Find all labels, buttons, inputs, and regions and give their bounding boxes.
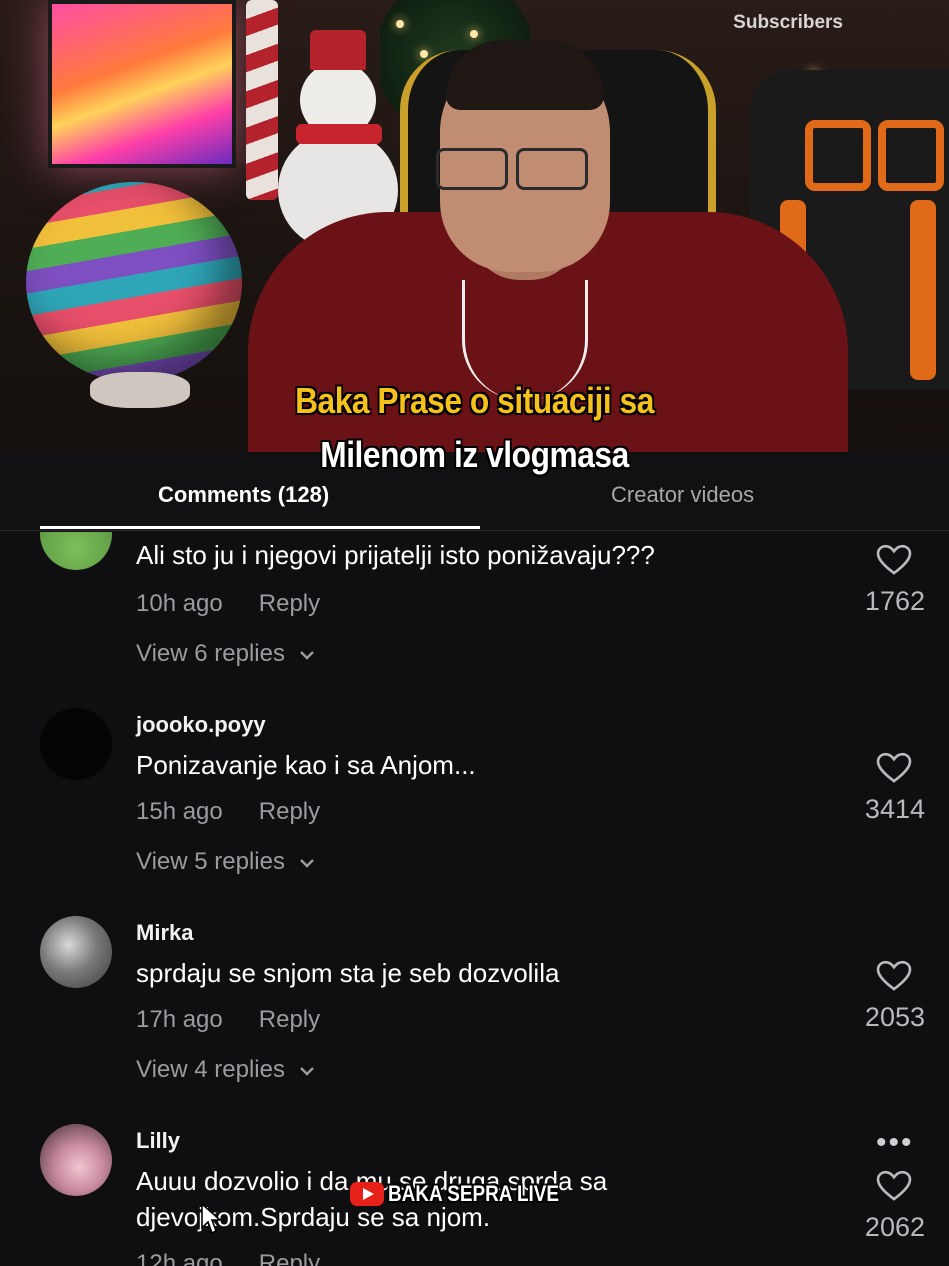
heart-icon[interactable]	[876, 544, 912, 576]
view-replies-button[interactable]: View 4 replies	[136, 1056, 316, 1084]
watermark-text: BAKA SEPRA LIVE	[388, 1181, 560, 1206]
channel-watermark: BAKA SEPRA LIVE	[346, 1178, 593, 1210]
snowman-scarf	[296, 124, 382, 144]
streamer-hair	[446, 40, 604, 110]
tree-light	[396, 20, 404, 28]
comment-time: 17h ago	[136, 1006, 223, 1033]
comment-time: 15h ago	[136, 798, 223, 825]
comment-text: Ponizavanje kao i sa Anjom...	[136, 750, 476, 780]
tree-light	[420, 50, 428, 58]
comments-list[interactable]: Ali sto ju i njegovi prijatelji isto pon…	[0, 532, 949, 1266]
candy-cane-decoration	[246, 0, 278, 200]
tabs-divider	[0, 530, 949, 531]
tab-comments[interactable]: Comments (128)	[158, 482, 329, 508]
like-count: 2053	[864, 1002, 925, 1032]
snowman-hat	[310, 30, 366, 70]
tab-creator-videos[interactable]: Creator videos	[611, 482, 754, 508]
comment-time: 10h ago	[136, 590, 223, 617]
chair-side	[910, 200, 936, 380]
avatar[interactable]	[40, 532, 112, 570]
mouse-cursor-icon	[201, 1202, 223, 1235]
chevron-down-icon	[299, 651, 314, 660]
comment-text: sprdaju se snjom sta je seb dozvolila	[136, 958, 560, 988]
view-replies-button[interactable]: View 5 replies	[136, 848, 316, 876]
comment-text: Ali sto ju i njegovi prijatelji isto pon…	[136, 540, 655, 570]
chair-accent	[805, 120, 871, 191]
chair-accent	[878, 120, 944, 191]
caption-line-1: Baka Prase o situaciji sa	[295, 380, 654, 421]
heart-icon[interactable]	[876, 960, 912, 992]
avatar[interactable]	[40, 708, 112, 780]
reply-button[interactable]: Reply	[259, 1250, 320, 1266]
view-replies-label: View 6 replies	[136, 640, 285, 667]
heart-icon[interactable]	[876, 1170, 912, 1202]
comment-meta: 12h ago Reply	[136, 1250, 320, 1266]
comment-meta: 10h ago Reply	[136, 590, 320, 618]
reply-button[interactable]: Reply	[259, 798, 320, 825]
glasses	[436, 148, 508, 190]
view-replies-label: View 5 replies	[136, 848, 285, 875]
reply-button[interactable]: Reply	[259, 590, 320, 617]
comment-meta: 17h ago Reply	[136, 1006, 320, 1034]
comment-username[interactable]: Lilly	[136, 1128, 180, 1154]
tree-light	[470, 30, 478, 38]
view-replies-button[interactable]: View 6 replies	[136, 640, 316, 668]
subscribers-label: Subscribers	[733, 12, 843, 33]
like-count: 1762	[864, 586, 925, 616]
more-options-icon[interactable]: •••	[876, 1128, 914, 1158]
heart-icon[interactable]	[876, 752, 912, 784]
glasses	[516, 148, 588, 190]
comment-username[interactable]: joooko.poyy	[136, 712, 266, 738]
view-replies-label: View 4 replies	[136, 1056, 285, 1083]
avatar[interactable]	[40, 916, 112, 988]
background-tv	[48, 0, 236, 168]
caption-line-2: Milenom iz vlogmasa	[320, 434, 629, 475]
reply-button[interactable]: Reply	[259, 1006, 320, 1033]
like-count: 3414	[864, 794, 925, 824]
rainbow-ball-decoration	[26, 182, 242, 382]
active-tab-indicator	[40, 526, 480, 529]
comment-meta: 15h ago Reply	[136, 798, 320, 826]
comment-time: 12h ago	[136, 1250, 223, 1266]
video-player[interactable]: Subscribers Baka Prase o situaciji sa	[0, 0, 949, 452]
chevron-down-icon	[299, 1067, 314, 1076]
avatar[interactable]	[40, 1124, 112, 1196]
youtube-icon	[350, 1182, 384, 1206]
like-count: 2062	[864, 1212, 925, 1242]
chevron-down-icon	[299, 859, 314, 868]
comment-username[interactable]: Mirka	[136, 920, 193, 946]
